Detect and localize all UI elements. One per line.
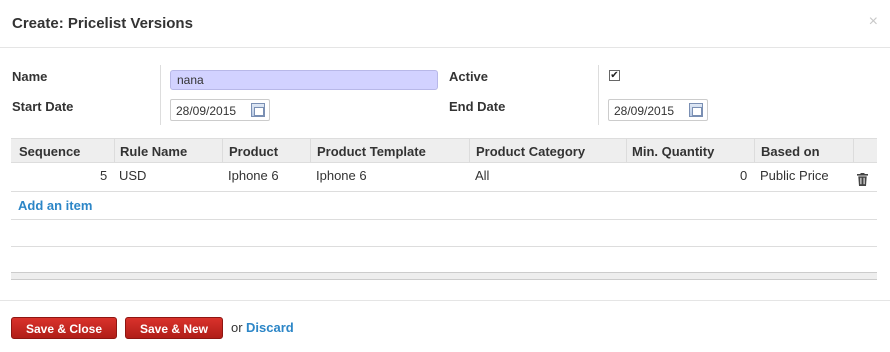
- col-separator: [310, 139, 311, 162]
- add-item-link[interactable]: Add an item: [18, 198, 92, 213]
- cell-based-on: Public Price: [760, 168, 829, 183]
- calendar-icon[interactable]: [251, 103, 265, 117]
- col-header-product-category[interactable]: Product Category: [476, 144, 585, 159]
- end-date-label: End Date: [449, 99, 506, 114]
- dialog-title: Create: Pricelist Versions: [12, 15, 193, 32]
- cell-product-category: All: [475, 168, 490, 183]
- col-separator: [626, 139, 627, 162]
- dialog-header: Create: Pricelist Versions ×: [0, 0, 890, 48]
- cell-sequence: 5: [100, 168, 108, 183]
- save-close-button[interactable]: Save & Close: [11, 317, 117, 339]
- active-label: Active: [449, 69, 489, 84]
- add-item-row: Add an item: [11, 192, 877, 220]
- start-date-label: Start Date: [12, 99, 74, 114]
- name-label: Name: [12, 69, 48, 84]
- col-header-sequence[interactable]: Sequence: [19, 144, 80, 159]
- field-divider: [160, 65, 161, 125]
- dialog-footer-divider: [0, 300, 890, 301]
- trash-icon[interactable]: [857, 173, 868, 186]
- or-text: or: [231, 320, 243, 335]
- save-new-button[interactable]: Save & New: [125, 317, 223, 339]
- cell-product-template: Iphone 6: [316, 168, 367, 183]
- end-date-field[interactable]: 28/09/2015: [608, 99, 708, 121]
- col-header-product-template[interactable]: Product Template: [317, 144, 426, 159]
- active-checkbox[interactable]: ✔: [609, 70, 620, 81]
- col-separator: [222, 139, 223, 162]
- grid-footer: [11, 272, 877, 280]
- empty-row: [11, 220, 877, 247]
- start-date-field[interactable]: 28/09/2015: [170, 99, 270, 121]
- discard-link[interactable]: Discard: [246, 320, 294, 335]
- col-separator: [853, 139, 854, 162]
- col-header-rule-name[interactable]: Rule Name: [120, 144, 187, 159]
- field-divider: [598, 65, 599, 125]
- name-input[interactable]: [170, 70, 438, 90]
- col-header-min-quantity[interactable]: Min. Quantity: [632, 144, 714, 159]
- calendar-icon[interactable]: [689, 103, 703, 117]
- table-row[interactable]: 5 USD Iphone 6 Iphone 6 All 0 Public Pri…: [11, 163, 877, 192]
- end-date-value: 28/09/2015: [614, 104, 675, 118]
- close-icon[interactable]: ×: [869, 14, 878, 30]
- cell-min-quantity: 0: [740, 168, 748, 183]
- col-separator: [114, 139, 115, 162]
- cell-rule-name: USD: [119, 168, 147, 183]
- col-separator: [469, 139, 470, 162]
- col-header-based-on[interactable]: Based on: [761, 144, 820, 159]
- start-date-value: 28/09/2015: [176, 104, 237, 118]
- col-separator: [754, 139, 755, 162]
- col-header-product[interactable]: Product: [229, 144, 278, 159]
- grid-header: Sequence Rule Name Product Product Templ…: [11, 138, 877, 163]
- cell-product: Iphone 6: [228, 168, 279, 183]
